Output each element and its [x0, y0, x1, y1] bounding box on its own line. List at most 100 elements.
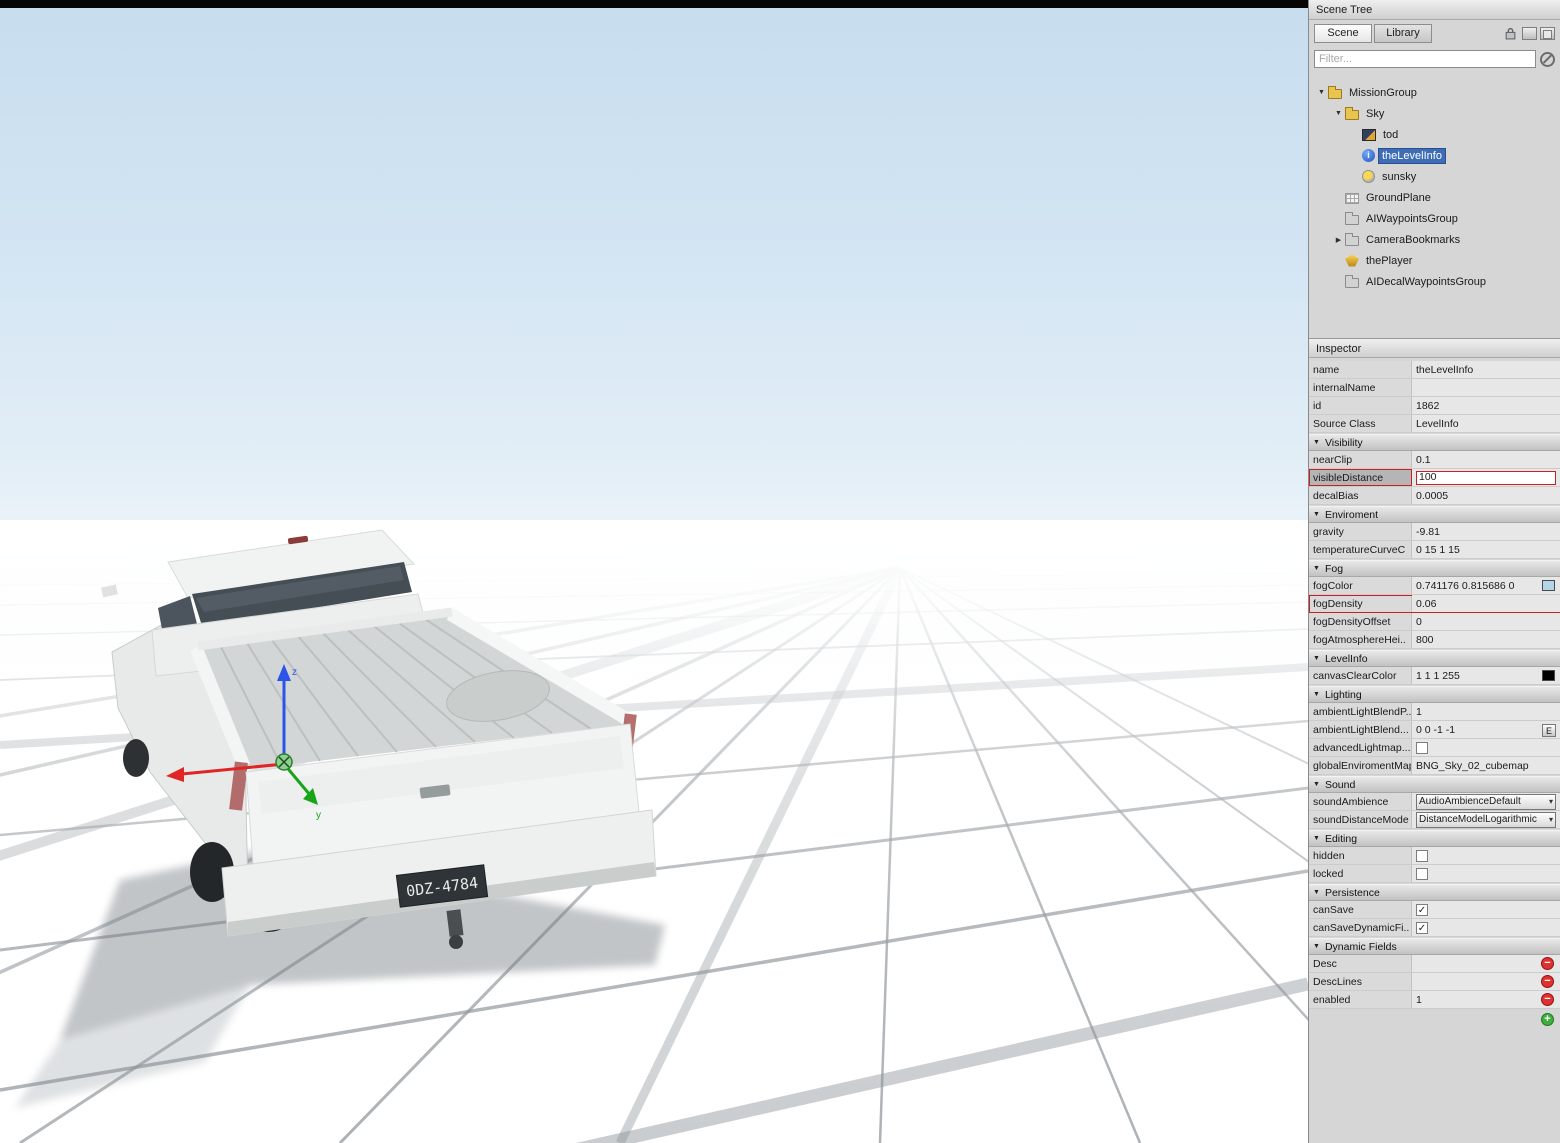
- section-header-persistence[interactable]: ▼ Persistence: [1309, 884, 1560, 901]
- tree-node-sunsky[interactable]: sunsky: [1309, 166, 1560, 187]
- chevron-down-icon: ▾: [1548, 815, 1553, 824]
- value-text[interactable]: 0.0005: [1416, 490, 1448, 502]
- prop-value: 1862: [1412, 397, 1560, 414]
- section-header-dynamic-fields[interactable]: ▼ Dynamic Fields: [1309, 938, 1560, 955]
- prop-value: DistanceModelLogarithmic ▾: [1412, 811, 1560, 828]
- value-text[interactable]: 1862: [1416, 400, 1439, 412]
- section-header-enviroment[interactable]: ▼ Enviroment: [1309, 506, 1560, 523]
- value-input[interactable]: 100: [1416, 470, 1556, 485]
- prop-row-ambientLightBlend-: ambientLightBlend... 0 0 -1 -1 E: [1309, 721, 1560, 739]
- tod-icon: [1362, 128, 1376, 141]
- color-swatch[interactable]: [1542, 670, 1555, 681]
- float-panel-icon[interactable]: [1540, 26, 1555, 40]
- value-text[interactable]: 1: [1416, 706, 1422, 718]
- dropdown[interactable]: DistanceModelLogarithmic ▾: [1416, 811, 1556, 828]
- folder-icon: [1345, 106, 1359, 120]
- tree-node-label: CameraBookmarks: [1366, 233, 1461, 246]
- prop-label: canSaveDynamicFi..: [1309, 919, 1412, 936]
- value-text[interactable]: 0.1: [1416, 454, 1431, 466]
- prop-row-ambientLightBlendP-: ambientLightBlendP.. 1: [1309, 703, 1560, 721]
- prop-label: locked: [1309, 865, 1412, 882]
- prop-value: [1412, 739, 1560, 756]
- section-header-visibility[interactable]: ▼ Visibility: [1309, 434, 1560, 451]
- prop-value: 0.0005: [1412, 487, 1560, 504]
- value-text[interactable]: 1 1 1 255: [1416, 670, 1460, 682]
- value-text[interactable]: 0 15 1 15: [1416, 544, 1460, 556]
- prop-row-globalEnviromentMap: globalEnviromentMap BNG_Sky_02_cubemap: [1309, 757, 1560, 775]
- checkbox[interactable]: ✓: [1416, 903, 1428, 916]
- prop-row-decalBias: decalBias 0.0005: [1309, 487, 1560, 505]
- player-icon: [1345, 254, 1359, 267]
- tree-node-tod[interactable]: tod: [1309, 124, 1560, 145]
- value-text[interactable]: theLevelInfo: [1416, 364, 1473, 376]
- expander-icon[interactable]: ▼: [1332, 110, 1345, 117]
- prop-row-id: id 1862: [1309, 397, 1560, 415]
- tree-node-MissionGroup[interactable]: ▼ MissionGroup: [1309, 82, 1560, 103]
- section-header-lighting[interactable]: ▼ Lighting: [1309, 686, 1560, 703]
- expand-value-button[interactable]: E: [1542, 723, 1556, 737]
- expander-icon[interactable]: ▼: [1315, 89, 1328, 96]
- value-text[interactable]: 0: [1416, 616, 1422, 628]
- value-text[interactable]: LevelInfo: [1416, 418, 1459, 430]
- lock-icon[interactable]: [1504, 27, 1519, 40]
- checkbox[interactable]: [1416, 849, 1428, 862]
- section-header-sound[interactable]: ▼ Sound: [1309, 776, 1560, 793]
- add-field-row: +: [1309, 1009, 1560, 1029]
- color-swatch[interactable]: [1542, 580, 1555, 591]
- remove-field-button[interactable]: −: [1541, 957, 1554, 970]
- checkbox[interactable]: [1416, 741, 1428, 754]
- dropdown[interactable]: AudioAmbienceDefault ▾: [1416, 793, 1556, 810]
- tree-node-AIWaypointsGroup[interactable]: AIWaypointsGroup: [1309, 208, 1560, 229]
- collapse-arrow-icon: ▼: [1313, 691, 1320, 698]
- value-text[interactable]: 0.741176 0.815686 0: [1416, 580, 1514, 592]
- checkbox[interactable]: [1416, 867, 1428, 880]
- tree-node-label: GroundPlane: [1366, 191, 1431, 204]
- prop-value: 1−: [1412, 991, 1560, 1008]
- prop-label[interactable]: visibleDistance: [1309, 469, 1412, 486]
- value-text[interactable]: 0.06: [1416, 598, 1436, 610]
- dock-panel-icon[interactable]: [1522, 26, 1537, 40]
- filter-input[interactable]: [1314, 50, 1536, 68]
- tree-node-Sky[interactable]: ▼ Sky: [1309, 103, 1560, 124]
- prop-value: [1412, 379, 1560, 396]
- front-left-wheel: [123, 739, 149, 777]
- value-text[interactable]: -9.81: [1416, 526, 1440, 538]
- dropdown-value: DistanceModelLogarithmic: [1419, 814, 1537, 825]
- section-title: Enviroment: [1324, 508, 1379, 521]
- section-header-fog[interactable]: ▼ Fog: [1309, 560, 1560, 577]
- prop-label: enabled: [1309, 991, 1412, 1008]
- add-field-button[interactable]: +: [1541, 1012, 1554, 1026]
- section-title: LevelInfo: [1324, 652, 1368, 665]
- prop-row-hidden: hidden: [1309, 847, 1560, 865]
- tree-node-GroundPlane[interactable]: GroundPlane: [1309, 187, 1560, 208]
- prop-value: LevelInfo: [1412, 415, 1560, 432]
- clear-filter-icon[interactable]: [1540, 51, 1555, 67]
- prop-row-internalName: internalName: [1309, 379, 1560, 397]
- svg-text:y: y: [316, 810, 321, 821]
- expander-icon[interactable]: ▶: [1332, 236, 1345, 244]
- value-text[interactable]: 0 0 -1 -1: [1416, 724, 1455, 736]
- remove-field-button[interactable]: −: [1541, 993, 1554, 1006]
- value-text[interactable]: 1: [1416, 994, 1422, 1006]
- beamng-world-editor: 0DZ-4784 z y Scene Tree Scene Library Fi…: [0, 0, 1560, 1143]
- tree-node-thePlayer[interactable]: thePlayer: [1309, 250, 1560, 271]
- tab-library[interactable]: Library: [1374, 23, 1432, 43]
- section-header-levelinfo[interactable]: ▼ LevelInfo: [1309, 650, 1560, 667]
- prop-label: nearClip: [1309, 451, 1412, 468]
- scene-tree: ▼ MissionGroup ▼ Sky tod theLevelInfo sunsky Gr…: [1309, 72, 1560, 338]
- prop-label: DescLines: [1309, 973, 1412, 990]
- prop-row-fogDensity: fogDensity 0.06: [1309, 595, 1560, 613]
- tree-node-theLevelInfo[interactable]: theLevelInfo: [1309, 145, 1560, 166]
- tree-node-label: theLevelInfo: [1378, 147, 1446, 164]
- value-text[interactable]: 800: [1416, 634, 1434, 646]
- prop-row-canSaveDynamicFi-: canSaveDynamicFi.. ✓: [1309, 919, 1560, 937]
- value-text[interactable]: BNG_Sky_02_cubemap: [1416, 760, 1529, 772]
- tree-node-CameraBookmarks[interactable]: ▶ CameraBookmarks: [1309, 229, 1560, 250]
- viewport[interactable]: 0DZ-4784 z y: [0, 0, 1308, 1143]
- section-header-editing[interactable]: ▼ Editing: [1309, 830, 1560, 847]
- tree-node-AIDecalWaypointsGroup[interactable]: AIDecalWaypointsGroup: [1309, 271, 1560, 292]
- tab-scene[interactable]: Scene: [1314, 23, 1372, 43]
- section-title: Sound: [1324, 778, 1356, 791]
- remove-field-button[interactable]: −: [1541, 975, 1554, 988]
- checkbox[interactable]: ✓: [1416, 921, 1428, 934]
